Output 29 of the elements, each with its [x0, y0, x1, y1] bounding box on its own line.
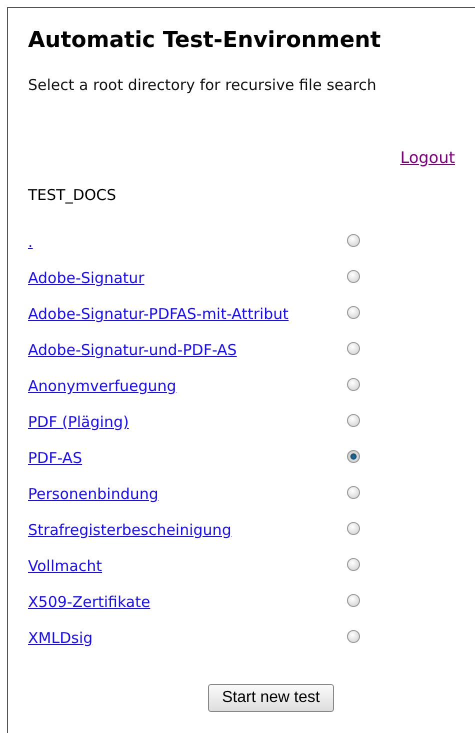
start-test-button[interactable]: Start new test [208, 684, 334, 712]
directory-link[interactable]: Adobe-Signatur [28, 269, 347, 287]
directory-link[interactable]: XMLDsig [28, 629, 347, 647]
radio-button[interactable] [347, 306, 360, 318]
radio-button[interactable] [347, 378, 360, 390]
radio-button[interactable] [347, 630, 360, 642]
logout-link[interactable]: Logout [400, 148, 455, 168]
directory-link[interactable]: Personenbindung [28, 485, 347, 503]
directory-link[interactable]: Strafregisterbescheinigung [28, 521, 347, 539]
radio-button[interactable] [347, 342, 360, 354]
radio-button[interactable] [347, 414, 360, 426]
radio-button[interactable] [347, 522, 360, 534]
directory-link[interactable]: Adobe-Signatur-PDFAS-mit-Attribut [28, 305, 347, 323]
page-title: Automatic Test-Environment [28, 27, 382, 54]
directory-link[interactable]: Adobe-Signatur-und-PDF-AS [28, 341, 347, 359]
radio-button[interactable] [347, 234, 360, 246]
directory-link[interactable]: PDF-AS [28, 449, 347, 467]
radio-button[interactable] [347, 594, 360, 606]
directory-link[interactable]: X509-Zertifikate [28, 593, 347, 611]
radio-button[interactable] [347, 558, 360, 570]
root-directory-label: TEST_DOCS [28, 186, 118, 204]
directory-link[interactable]: . [28, 233, 347, 251]
radio-button[interactable] [347, 270, 360, 282]
directory-link[interactable]: Anonymverfuegung [28, 377, 347, 395]
instruction-text: Select a root directory for recursive file search [28, 76, 378, 94]
radio-button[interactable] [347, 450, 360, 462]
radio-button[interactable] [347, 486, 360, 498]
directory-link[interactable]: Vollmacht [28, 557, 347, 575]
directory-link[interactable]: PDF (Pläging) [28, 413, 347, 431]
